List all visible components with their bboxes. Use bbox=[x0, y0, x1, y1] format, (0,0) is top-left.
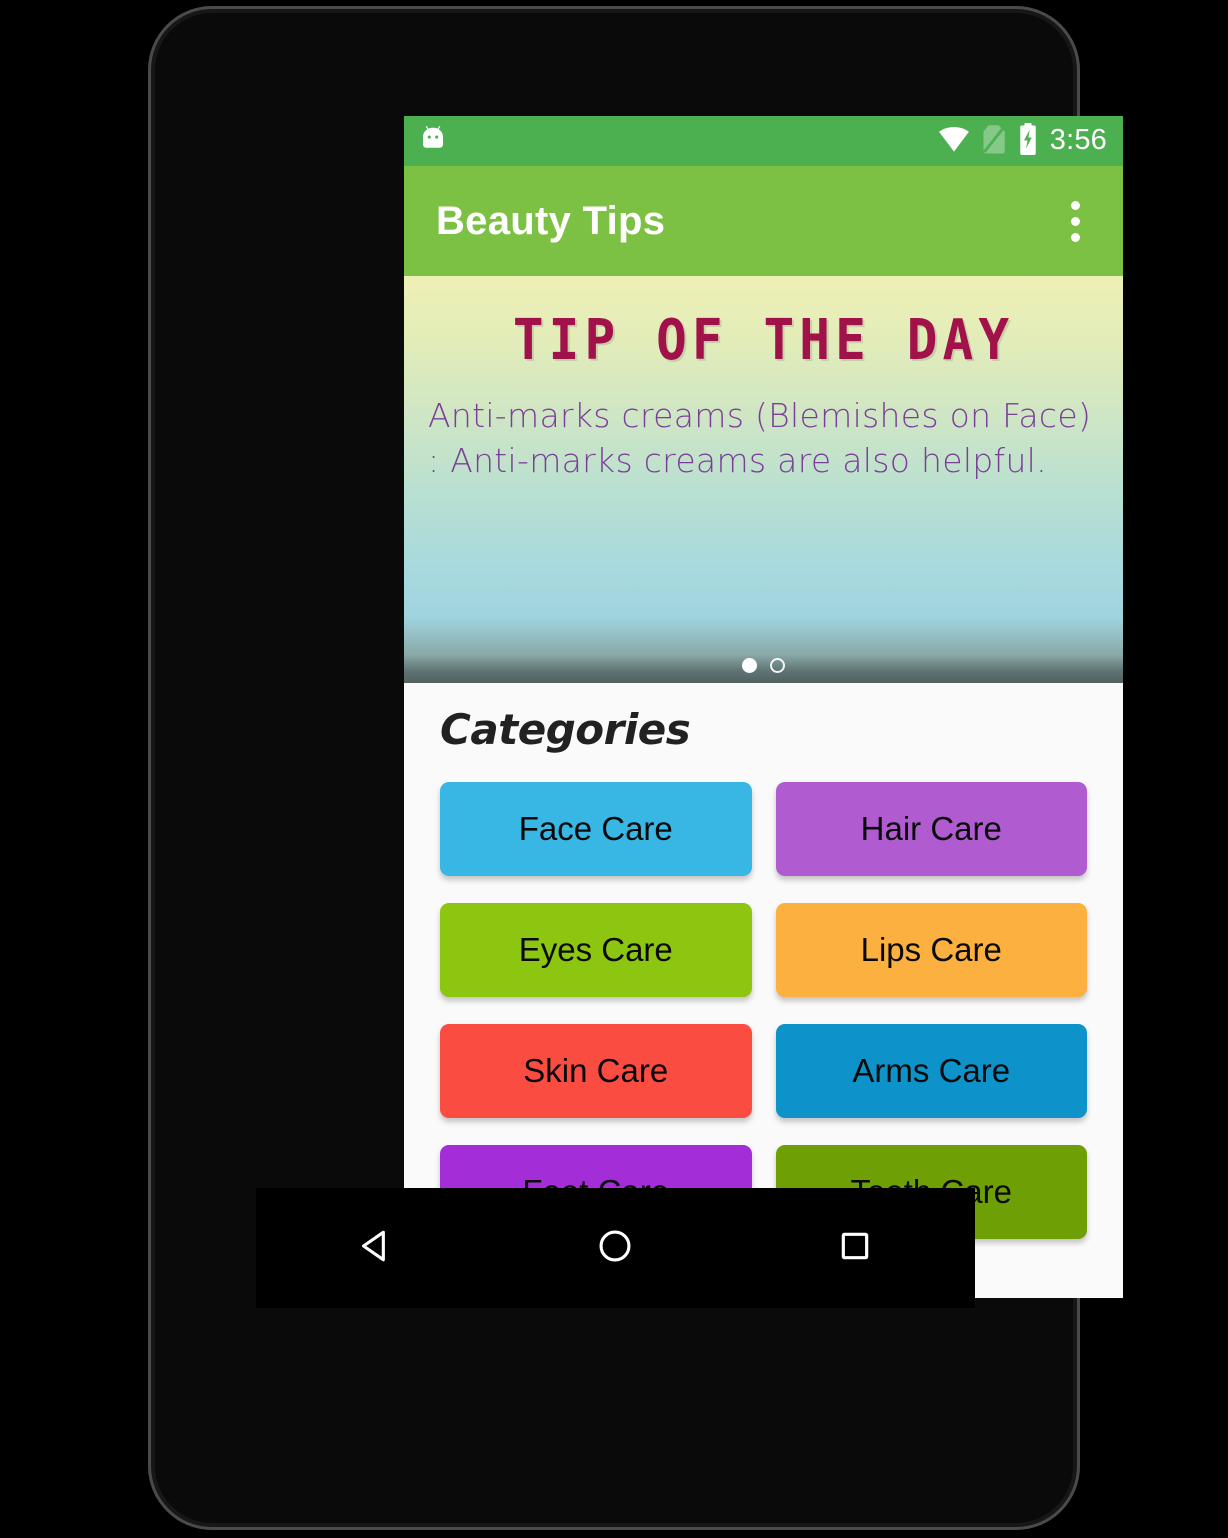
category-grid: Face Care Hair Care Eyes Care Lips Care … bbox=[440, 782, 1087, 1239]
categories-heading: Categories bbox=[440, 705, 691, 754]
recents-square-icon bbox=[835, 1226, 875, 1271]
category-label: Skin Care bbox=[523, 1052, 669, 1089]
category-button-eyes-care[interactable]: Eyes Care bbox=[440, 903, 752, 997]
tip-of-the-day-title: TIP OF THE DAY bbox=[512, 307, 1015, 373]
overflow-dot bbox=[1070, 232, 1080, 242]
category-label: Hair Care bbox=[860, 810, 1002, 847]
tip-of-the-day-carousel[interactable]: TIP OF THE DAY Anti-marks creams (Blemis… bbox=[404, 276, 1123, 683]
category-label: Eyes Care bbox=[518, 931, 673, 968]
device-screen: 3:56 Beauty Tips TIP OF THE DAY Anti-mar… bbox=[404, 116, 1123, 1298]
app-bar: Beauty Tips bbox=[404, 166, 1123, 276]
overflow-menu-icon[interactable] bbox=[1053, 191, 1097, 251]
carousel-page-indicator bbox=[404, 658, 1123, 673]
category-button-face-care[interactable]: Face Care bbox=[440, 782, 752, 876]
battery-charging-icon bbox=[1017, 122, 1039, 160]
category-button-hair-care[interactable]: Hair Care bbox=[775, 782, 1087, 876]
home-button[interactable] bbox=[555, 1188, 675, 1308]
category-label: Face Care bbox=[518, 810, 673, 847]
wifi-icon bbox=[938, 125, 970, 158]
device-frame: 3:56 Beauty Tips TIP OF THE DAY Anti-mar… bbox=[148, 6, 1123, 1530]
tip-of-the-day-text: Anti-marks creams (Blemishes on Face) : … bbox=[428, 396, 1092, 480]
android-robot-icon bbox=[418, 124, 448, 159]
android-navigation-bar bbox=[256, 1188, 975, 1308]
category-button-skin-care[interactable]: Skin Care bbox=[440, 1024, 752, 1118]
category-label: Arms Care bbox=[852, 1052, 1011, 1089]
page-title: Beauty Tips bbox=[436, 198, 666, 243]
status-bar-clock: 3:56 bbox=[1049, 123, 1107, 156]
recents-button[interactable] bbox=[795, 1188, 915, 1308]
back-button[interactable] bbox=[316, 1188, 436, 1308]
category-label: Lips Care bbox=[860, 931, 1002, 968]
page-dot-inactive[interactable] bbox=[770, 658, 785, 673]
back-triangle-icon bbox=[354, 1224, 398, 1273]
no-sim-icon bbox=[981, 124, 1006, 159]
category-button-arms-care[interactable]: Arms Care bbox=[775, 1024, 1087, 1118]
status-bar-notifications bbox=[418, 124, 938, 159]
category-button-lips-care[interactable]: Lips Care bbox=[775, 903, 1087, 997]
overflow-dot bbox=[1070, 216, 1080, 226]
status-bar-icons: 3:56 bbox=[938, 122, 1107, 160]
status-bar: 3:56 bbox=[404, 116, 1123, 166]
home-circle-icon bbox=[593, 1224, 637, 1273]
page-dot-active[interactable] bbox=[742, 658, 757, 673]
overflow-dot bbox=[1070, 200, 1080, 210]
